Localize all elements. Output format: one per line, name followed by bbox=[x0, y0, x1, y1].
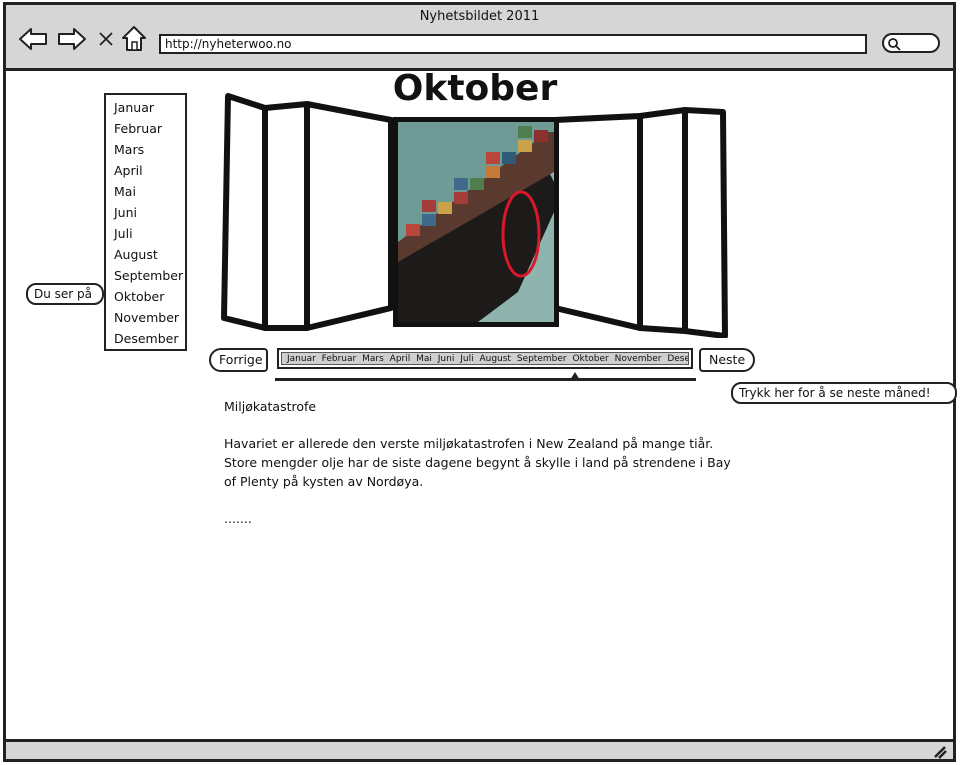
month-timeline: Januar Februar Mars April Mai Juni Juli … bbox=[277, 348, 693, 369]
article: Miljøkatastrofe Havariet er allerede den… bbox=[224, 397, 734, 528]
timeline-month[interactable]: April bbox=[390, 354, 411, 364]
container-ship-icon bbox=[398, 122, 554, 322]
timeline-month[interactable]: Februar bbox=[322, 354, 357, 364]
article-heading: Miljøkatastrofe bbox=[224, 399, 317, 414]
carousel-frame-right-2 bbox=[637, 107, 688, 334]
search-icon bbox=[888, 38, 901, 51]
month-item[interactable]: November bbox=[106, 307, 185, 328]
current-month-callout: Du ser på bbox=[26, 283, 104, 305]
carousel-frame-left-3 bbox=[304, 101, 394, 331]
month-item[interactable]: Februar bbox=[106, 118, 185, 139]
featured-news-image bbox=[393, 117, 559, 327]
next-month-callout: Trykk her for å se neste måned! bbox=[731, 382, 957, 404]
title-bar: Nyhetsbildet 2011 http://nyheterwoo.no bbox=[6, 5, 953, 71]
carousel-frame-right-3 bbox=[552, 113, 643, 331]
timeline-month[interactable]: November bbox=[615, 354, 662, 364]
window-title: Nyhetsbildet 2011 bbox=[419, 9, 540, 24]
timeline-month[interactable]: Desember bbox=[667, 354, 688, 364]
close-x-icon[interactable] bbox=[98, 31, 114, 51]
carousel-frame-right-1 bbox=[682, 107, 728, 338]
timeline-month[interactable]: Juni bbox=[438, 354, 455, 364]
article-ellipsis: ....... bbox=[224, 511, 252, 526]
timeline-month[interactable]: Oktober bbox=[572, 354, 608, 364]
carousel-frame-left-1 bbox=[221, 93, 268, 331]
month-item[interactable]: April bbox=[106, 160, 185, 181]
month-item[interactable]: Desember bbox=[106, 328, 185, 349]
resize-handle-icon[interactable] bbox=[933, 744, 947, 763]
timeline-scrollbar[interactable] bbox=[275, 378, 696, 381]
status-bar bbox=[6, 739, 953, 759]
month-menu: Januar Februar Mars April Mai Juni Juli … bbox=[104, 93, 187, 351]
timeline-month[interactable]: September bbox=[517, 354, 567, 364]
month-item-selected[interactable]: Oktober bbox=[106, 286, 185, 307]
search-field[interactable] bbox=[882, 33, 940, 53]
carousel-frame-left-2 bbox=[262, 101, 310, 331]
timeline-month[interactable]: Januar bbox=[287, 354, 316, 364]
month-item[interactable]: Juni bbox=[106, 202, 185, 223]
next-button[interactable]: Neste bbox=[699, 348, 755, 372]
month-item[interactable]: Juli bbox=[106, 223, 185, 244]
timeline-month[interactable]: Mars bbox=[362, 354, 384, 364]
previous-button[interactable]: Forrige bbox=[209, 348, 268, 372]
timeline-month[interactable]: August bbox=[479, 354, 511, 364]
timeline-month[interactable]: Juli bbox=[460, 354, 473, 364]
timeline-track: Januar Februar Mars April Mai Juni Juli … bbox=[281, 352, 689, 365]
forward-arrow-icon[interactable] bbox=[57, 27, 87, 55]
current-month-heading: Oktober bbox=[392, 68, 558, 109]
month-item[interactable]: September bbox=[106, 265, 185, 286]
month-item[interactable]: Januar bbox=[106, 97, 185, 118]
article-body: Havariet er allerede den verste miljøkat… bbox=[224, 436, 731, 489]
timeline-position-marker[interactable] bbox=[570, 372, 580, 380]
home-icon[interactable] bbox=[121, 25, 147, 56]
back-arrow-icon[interactable] bbox=[18, 27, 48, 55]
url-input[interactable]: http://nyheterwoo.no bbox=[159, 34, 867, 54]
timeline-month[interactable]: Mai bbox=[416, 354, 432, 364]
month-item[interactable]: Mai bbox=[106, 181, 185, 202]
month-item[interactable]: Mars bbox=[106, 139, 185, 160]
month-item[interactable]: August bbox=[106, 244, 185, 265]
